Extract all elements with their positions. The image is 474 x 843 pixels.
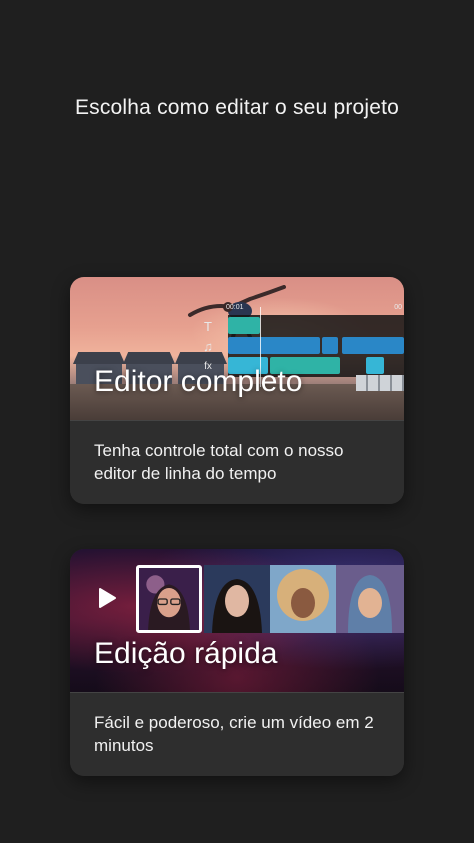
person-photo	[204, 565, 270, 633]
text-icon: T	[204, 319, 212, 334]
full-editor-preview-image: 00:01 00 T ♫ fx Editor completo	[70, 277, 404, 420]
music-note-icon: ♫	[203, 339, 213, 354]
editor-choice-screen: Escolha como editar o seu projeto 00:01 …	[0, 0, 474, 843]
timeline-clip	[322, 337, 338, 354]
timeline-thumbnail-strip	[356, 375, 404, 391]
page-title: Escolha como editar o seu projeto	[74, 96, 400, 119]
photo-thumbnail	[270, 565, 336, 633]
full-editor-description: Tenha controle total com o nosso editor …	[70, 420, 404, 504]
timeline-clip	[228, 317, 260, 334]
person-photo	[139, 568, 199, 630]
quick-edit-preview-image: Edição rápida	[70, 549, 404, 692]
timeline-clip	[228, 337, 320, 354]
photo-thumbnail	[204, 565, 270, 633]
full-editor-title: Editor completo	[94, 365, 303, 398]
quick-edit-card[interactable]: Edição rápida Fácil e poderoso, crie um …	[70, 549, 404, 776]
person-photo	[336, 565, 404, 633]
selected-photo-thumbnail	[136, 565, 202, 633]
photo-thumbnail	[336, 565, 404, 633]
timecode-end: 00	[394, 304, 402, 311]
quick-edit-description: Fácil e poderoso, crie um vídeo em 2 min…	[70, 692, 404, 776]
quick-edit-title: Edição rápida	[94, 637, 278, 670]
person-photo	[270, 565, 336, 633]
timeline-clip	[366, 357, 384, 374]
full-editor-card[interactable]: 00:01 00 T ♫ fx Editor completo Tenha co…	[70, 277, 404, 504]
play-icon	[99, 588, 116, 608]
timecode-start: 00:01	[226, 304, 244, 311]
timeline-clip	[342, 337, 404, 354]
